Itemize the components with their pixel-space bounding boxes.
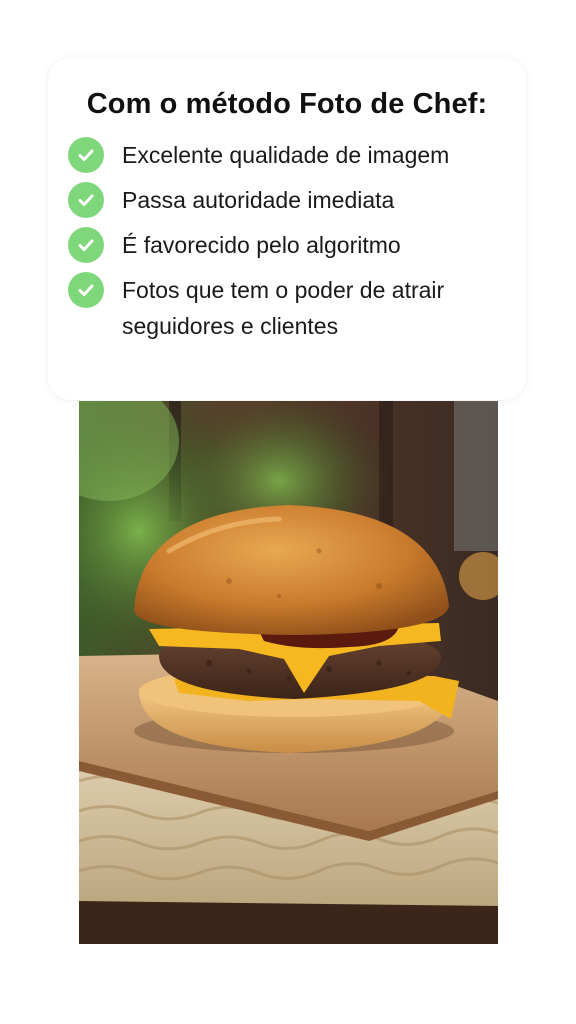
benefit-text: Excelente qualidade de imagem (122, 142, 450, 168)
benefit-item: Excelente qualidade de imagem (68, 137, 506, 173)
benefit-item: Passa autoridade imediata (68, 182, 506, 218)
check-circle-icon (68, 227, 104, 263)
headline-prefix: Com o método (86, 88, 300, 120)
check-circle-icon (68, 182, 104, 218)
page: Com o método Foto de Chef: Excelente qua… (0, 0, 576, 1024)
benefit-item: Fotos que tem o poder de atrair seguidor… (68, 272, 506, 344)
headline: Com o método Foto de Chef: (68, 88, 506, 121)
benefit-item: É favorecido pelo algoritmo (68, 227, 506, 263)
benefits-list: Excelente qualidade de imagem Passa auto… (68, 137, 506, 344)
benefits-card: Com o método Foto de Chef: Excelente qua… (48, 58, 526, 400)
benefit-text: É favorecido pelo algoritmo (122, 232, 401, 258)
headline-bold: Foto de Chef: (299, 88, 488, 120)
burger-photo (79, 401, 498, 944)
benefit-text: Passa autoridade imediata (122, 187, 395, 213)
check-circle-icon (68, 137, 104, 173)
benefit-text: Fotos que tem o poder de atrair seguidor… (122, 277, 445, 339)
check-circle-icon (68, 272, 104, 308)
